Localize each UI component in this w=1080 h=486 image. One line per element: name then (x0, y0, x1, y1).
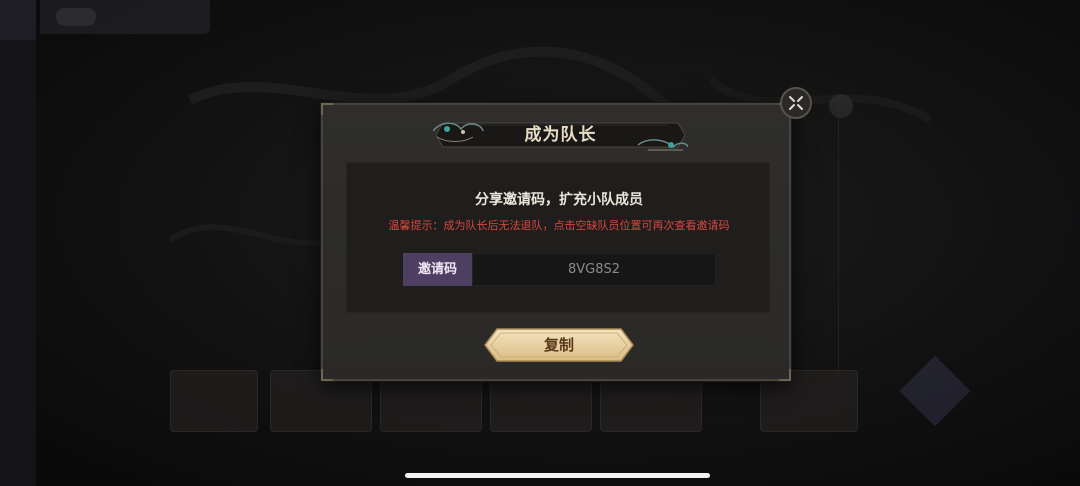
invite-code-field[interactable]: 8VG8S2 (472, 253, 716, 286)
become-captain-dialog: 成为队长 分享邀请码，扩充小队成员 温馨提示：成为队长后无法退队，点击空缺队员位… (321, 103, 791, 381)
copy-button-label: 复制 (543, 336, 574, 354)
home-indicator[interactable] (405, 473, 710, 478)
close-icon (789, 96, 803, 110)
background-slot (170, 370, 258, 432)
game-screen: 成为队长 分享邀请码，扩充小队成员 温馨提示：成为队长后无法退队，点击空缺队员位… (0, 0, 1080, 486)
invite-code-label: 邀请码 (403, 253, 472, 286)
background-panel-edge (838, 95, 839, 375)
background-side-tab (0, 0, 36, 40)
frame-corner (321, 369, 333, 381)
copy-button[interactable]: 复制 (483, 327, 635, 363)
background-back-button (56, 8, 96, 26)
warning-tip: 温馨提示：成为队长后无法退队，点击空缺队员位置可再次查看邀请码 (388, 219, 730, 232)
dialog-title: 成为队长 (524, 125, 597, 145)
background-diamond-icon (899, 355, 971, 427)
title-banner: 成为队长 (433, 117, 688, 153)
background-side-menu (0, 0, 36, 486)
frame-corner (779, 369, 791, 381)
close-button[interactable] (780, 87, 812, 119)
share-invite-heading: 分享邀请码，扩充小队成员 (475, 192, 643, 208)
background-close-button (829, 94, 853, 118)
frame-corner (321, 103, 333, 115)
invite-content-box: 分享邀请码，扩充小队成员 温馨提示：成为队长后无法退队，点击空缺队员位置可再次查… (346, 162, 770, 313)
